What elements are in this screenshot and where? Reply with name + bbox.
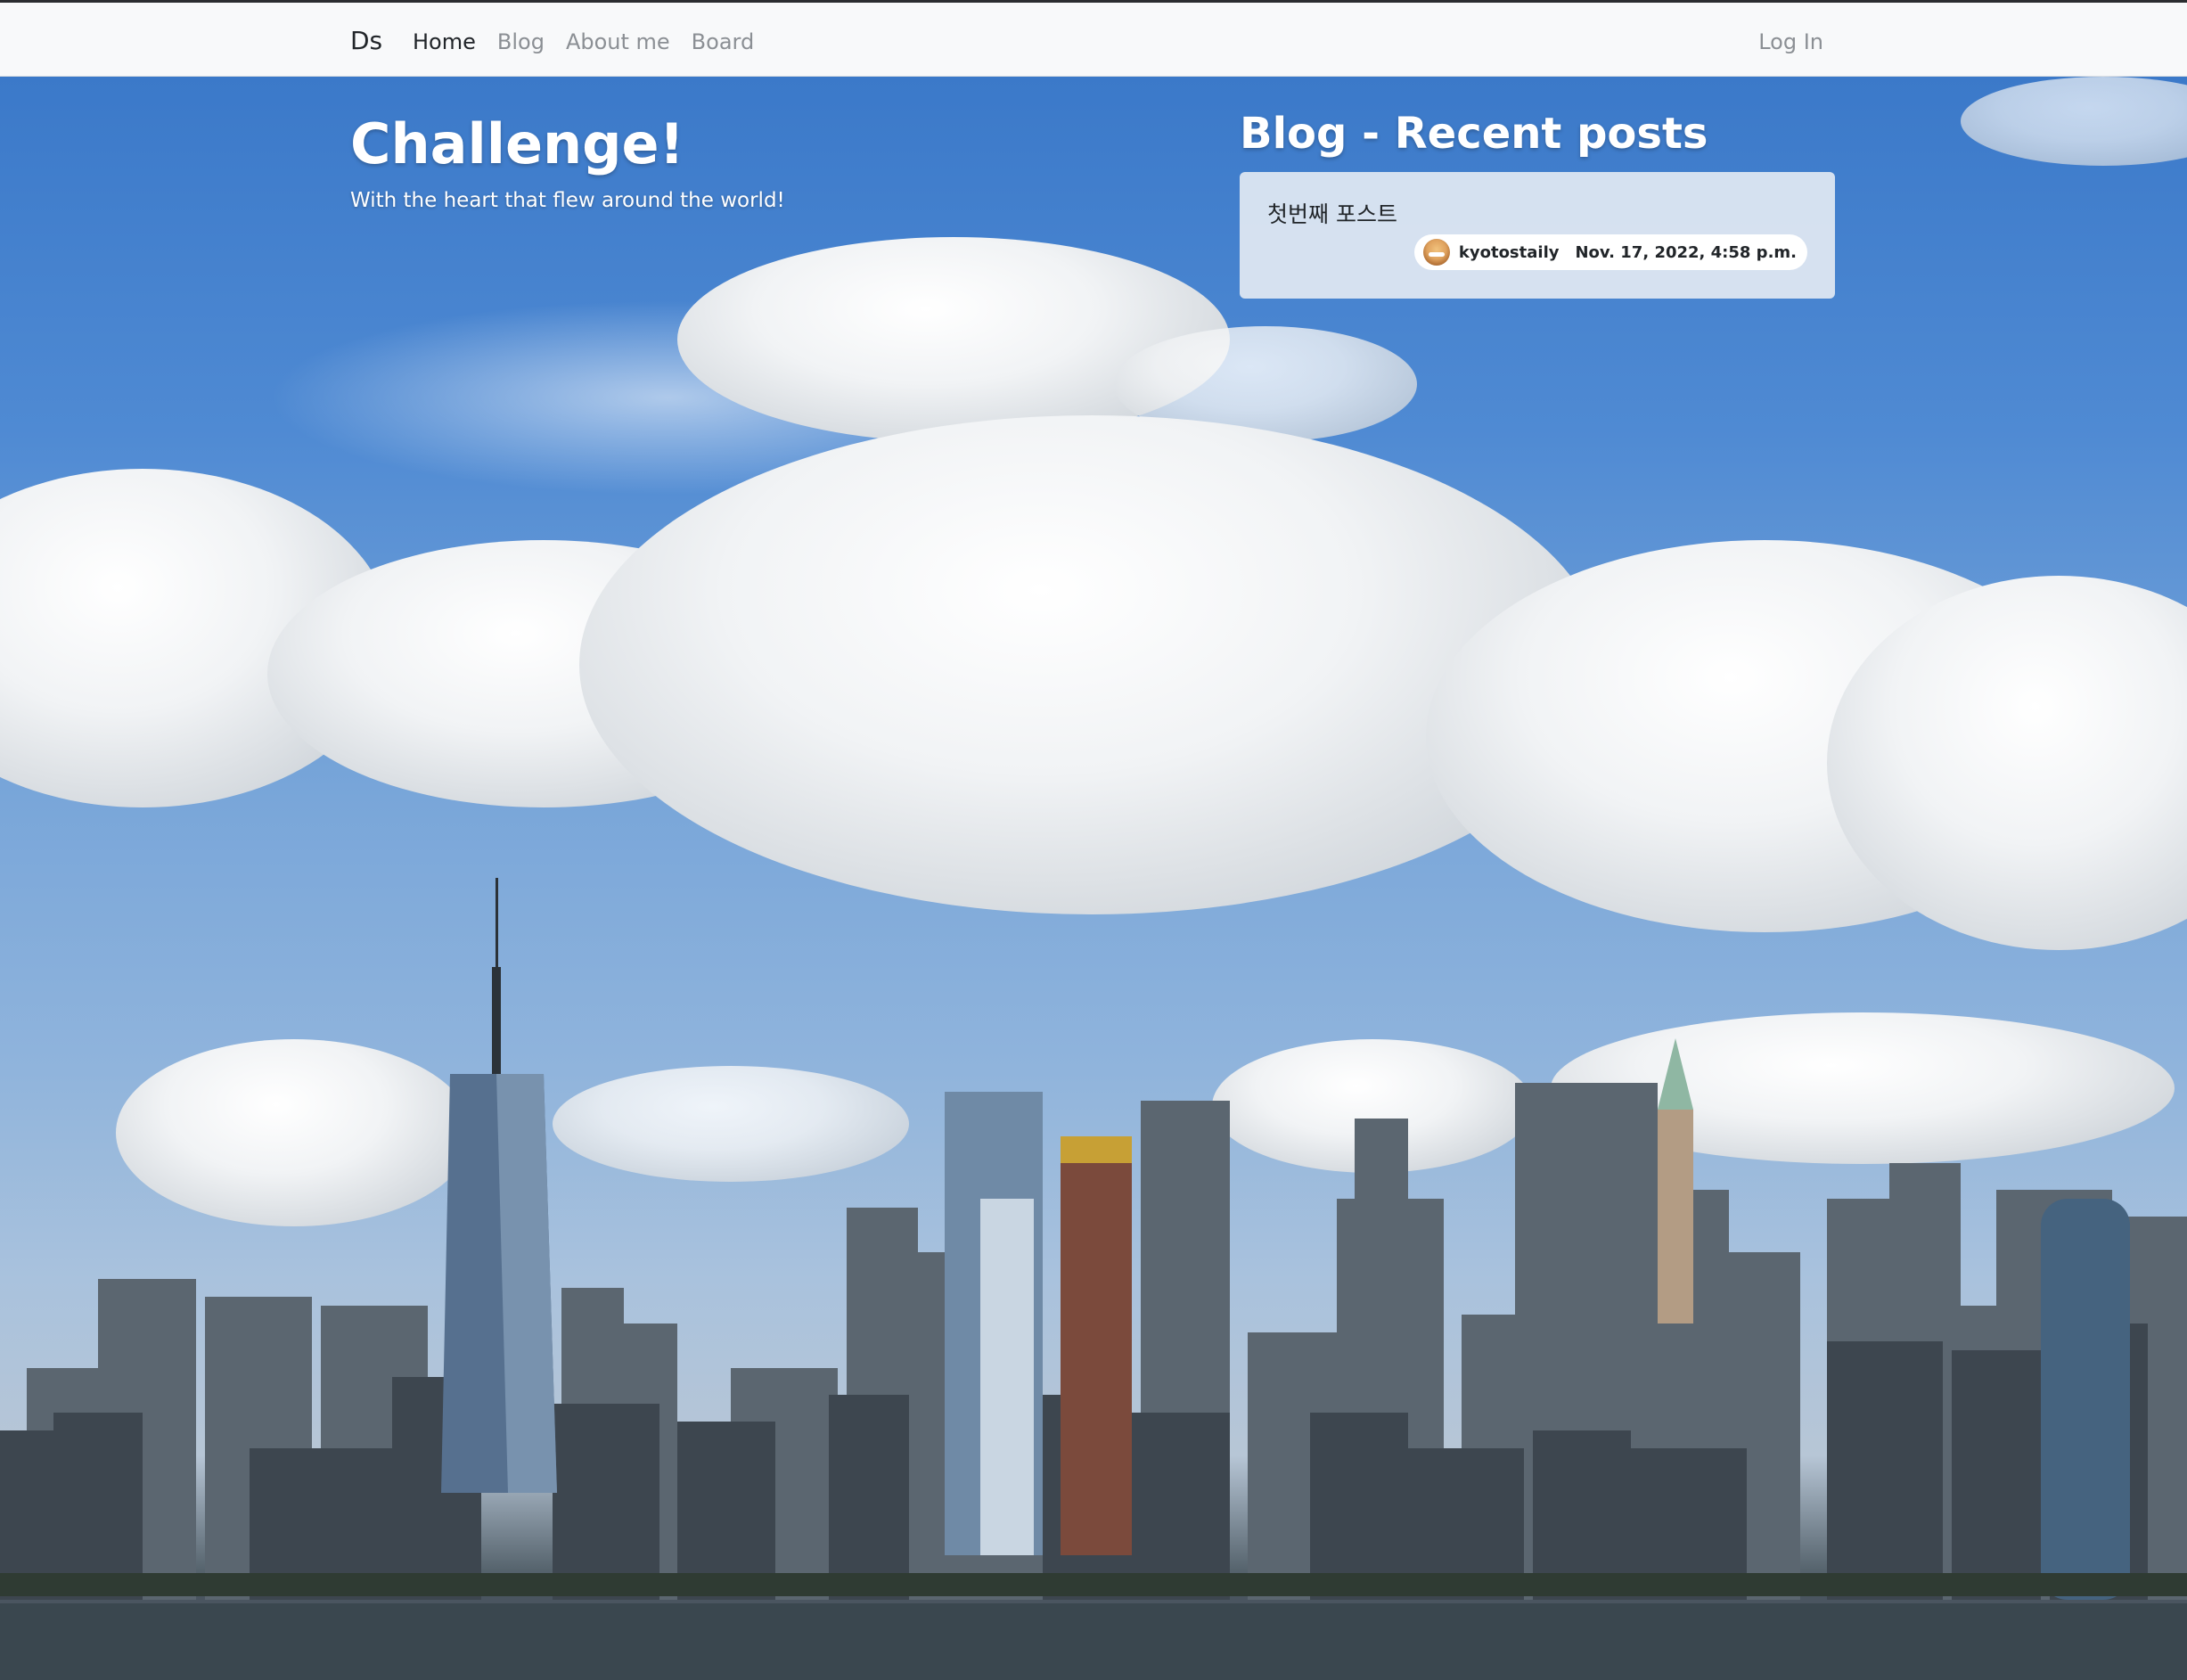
hero-background-image [0, 77, 2187, 1680]
hero-subtitle: With the heart that flew around the worl… [350, 189, 785, 212]
recent-posts-heading: Blog - Recent posts [1240, 109, 1708, 159]
nav-link-blog[interactable]: Blog [497, 29, 545, 54]
user-avatar-icon [1422, 239, 1450, 266]
post-author: kyotostaily [1458, 242, 1560, 262]
city-skyline-icon [0, 878, 2187, 1680]
hero-title: Challenge! [350, 111, 684, 176]
nav-link-board[interactable]: Board [692, 29, 755, 54]
nav-links: Home Blog About me Board [413, 29, 754, 54]
nav-link-about-me[interactable]: About me [566, 29, 670, 54]
page: Ds Home Blog About me Board Log In Chall… [0, 0, 2187, 1680]
nav-link-home[interactable]: Home [413, 29, 476, 54]
post-date: Nov. 17, 2022, 4:58 p.m. [1575, 242, 1797, 262]
top-navbar: Ds Home Blog About me Board Log In [0, 0, 2187, 77]
post-title[interactable]: 첫번째 포스트 [1267, 197, 1397, 229]
login-link[interactable]: Log In [1758, 29, 1823, 54]
brand-link[interactable]: Ds [350, 26, 382, 55]
post-card[interactable]: 첫번째 포스트 kyotostaily Nov. 17, 2022, 4:58 … [1240, 172, 1835, 299]
post-meta-badge: kyotostaily Nov. 17, 2022, 4:58 p.m. [1413, 234, 1807, 270]
